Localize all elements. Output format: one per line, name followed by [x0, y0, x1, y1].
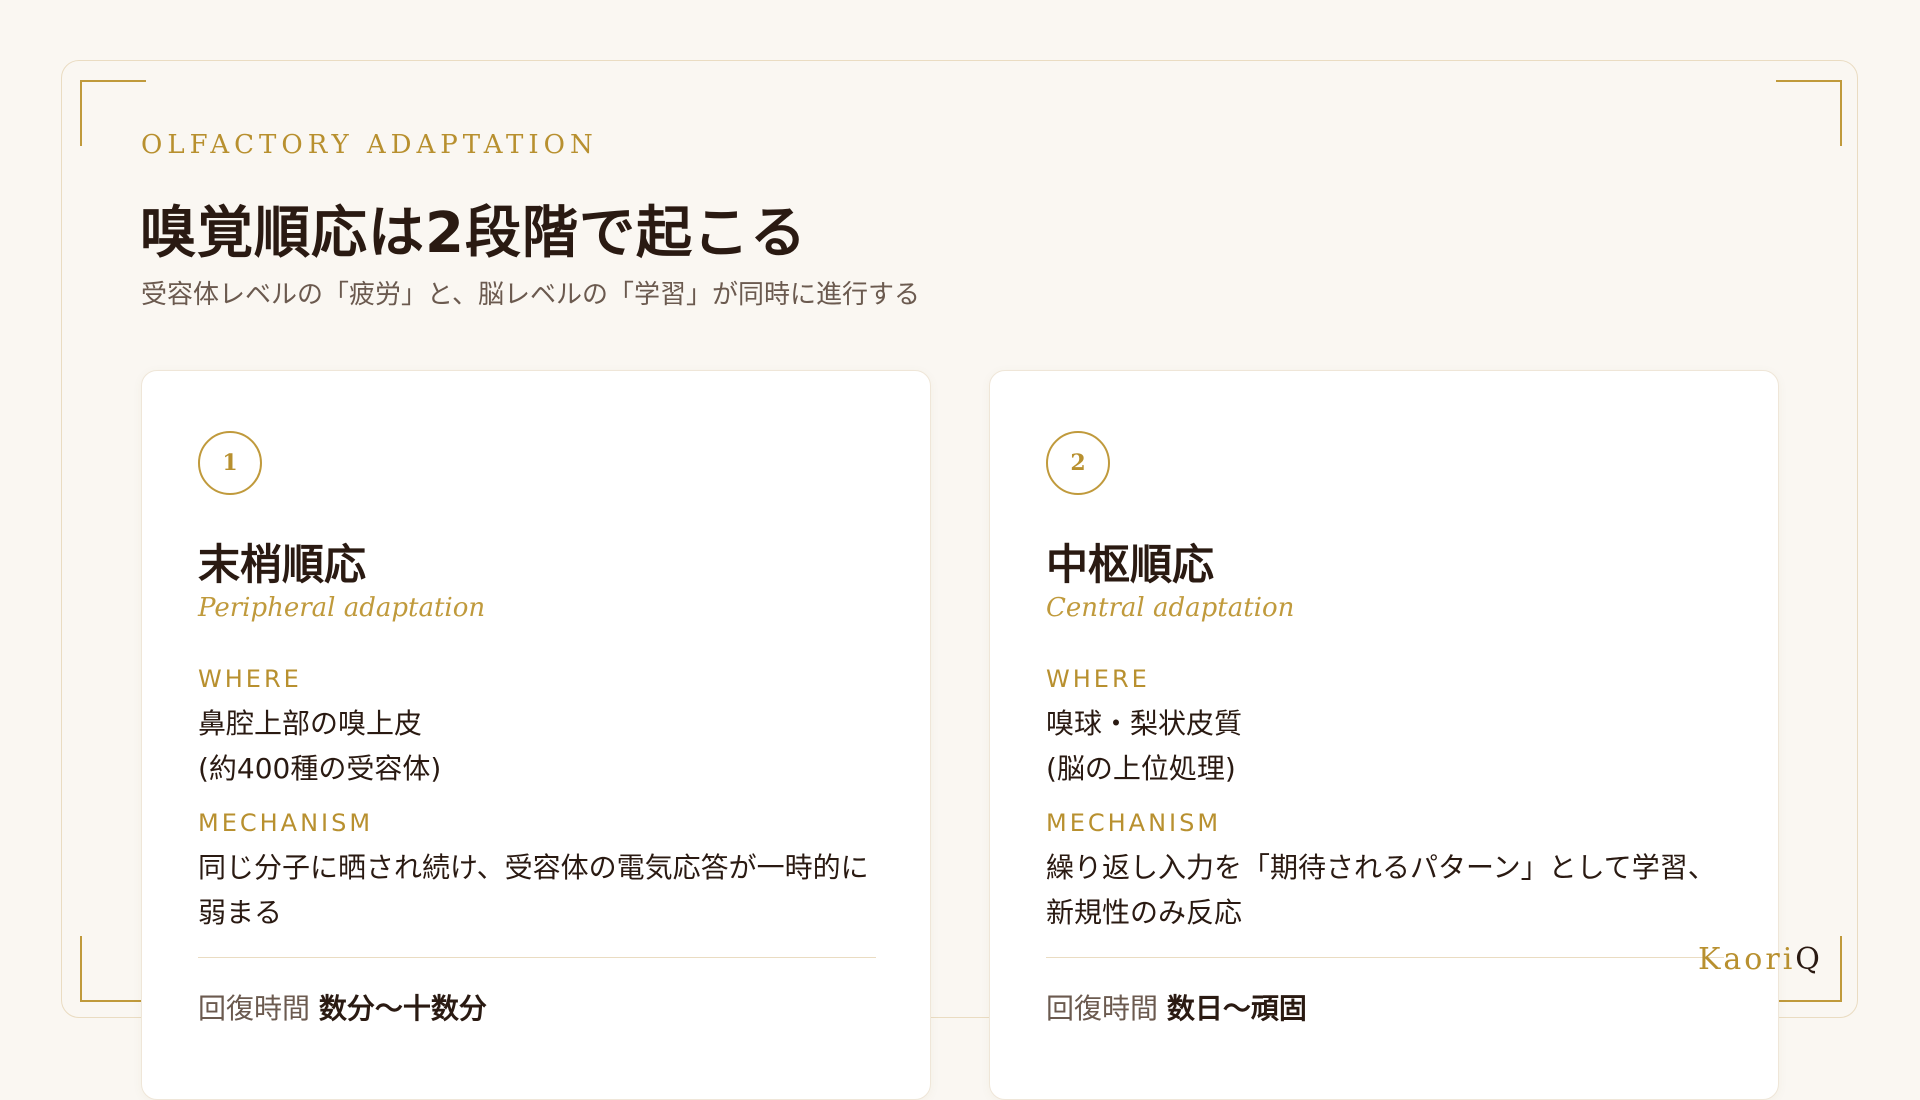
- brand-name: Kaori: [1698, 942, 1796, 977]
- page-title: 嗅覚順応は2段階で起こる: [140, 201, 807, 266]
- step-number-badge: 2: [1046, 431, 1110, 495]
- mechanism-label: MECHANISM: [1046, 809, 1222, 837]
- where-label: WHERE: [198, 665, 302, 693]
- corner-ornament-top-left: [80, 80, 146, 146]
- card-peripheral-adaptation: 1 末梢順応 Peripheral adaptation WHERE 鼻腔上部の…: [141, 370, 931, 1100]
- card-subtitle: Central adaptation: [1046, 593, 1295, 623]
- mechanism-label: MECHANISM: [198, 809, 374, 837]
- where-line-2: (約400種の受容体): [198, 752, 442, 785]
- recovery-value: 数分〜十数分: [318, 992, 487, 1025]
- corner-ornament-top-right: [1776, 80, 1842, 146]
- recovery-label: 回復時間: [198, 992, 319, 1025]
- card-subtitle: Peripheral adaptation: [198, 593, 486, 623]
- recovery-time: 回復時間 数日〜頑固: [1046, 987, 1307, 1027]
- eyebrow-label: OLFACTORY ADAPTATION: [141, 130, 598, 160]
- card-divider: [1046, 957, 1724, 958]
- card-title: 中枢順応: [1046, 540, 1215, 589]
- brand-logo: KaoriQ: [1698, 942, 1823, 977]
- where-line-1: 鼻腔上部の嗅上皮: [198, 707, 423, 740]
- card-title: 末梢順応: [198, 540, 367, 589]
- recovery-time: 回復時間 数分〜十数分: [198, 987, 487, 1027]
- where-text: 鼻腔上部の嗅上皮 (約400種の受容体): [198, 701, 888, 791]
- where-line-1: 嗅球・梨状皮質: [1046, 707, 1243, 740]
- corner-ornament-bottom-left: [80, 936, 146, 1002]
- where-text: 嗅球・梨状皮質 (脳の上位処理): [1046, 701, 1736, 791]
- recovery-label: 回復時間: [1046, 992, 1167, 1025]
- brand-suffix: Q: [1795, 942, 1823, 977]
- page-subtitle: 受容体レベルの「疲労」と、脳レベルの「学習」が同時に進行する: [141, 280, 920, 310]
- card-central-adaptation: 2 中枢順応 Central adaptation WHERE 嗅球・梨状皮質 …: [989, 370, 1779, 1100]
- card-divider: [198, 957, 876, 958]
- step-number-badge: 1: [198, 431, 262, 495]
- recovery-value: 数日〜頑固: [1166, 992, 1307, 1025]
- where-line-2: (脳の上位処理): [1046, 752, 1236, 785]
- mechanism-text: 繰り返し入力を「期待されるパターン」として学習、新規性のみ反応: [1046, 851, 1716, 929]
- mechanism-text: 同じ分子に晒され続け、受容体の電気応答が一時的に弱まる: [198, 851, 869, 929]
- where-label: WHERE: [1046, 665, 1150, 693]
